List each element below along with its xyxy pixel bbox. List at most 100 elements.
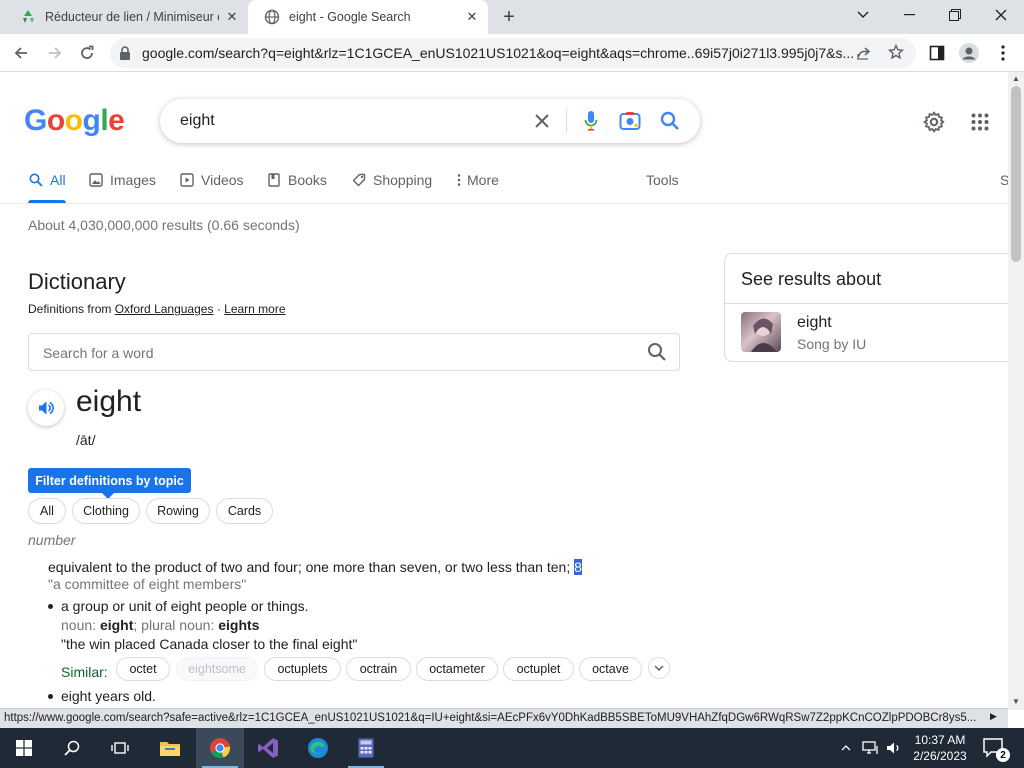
logo-letter: e	[108, 104, 125, 137]
similar-chip[interactable]: octuplets	[264, 657, 341, 681]
task-view-icon[interactable]	[96, 728, 144, 768]
tab-label: More	[467, 172, 499, 188]
microphone-icon[interactable]	[579, 109, 603, 133]
reload-icon[interactable]	[72, 38, 102, 68]
search-input[interactable]	[180, 110, 520, 132]
calculator-icon[interactable]	[342, 728, 390, 768]
tab-all[interactable]: All	[28, 170, 66, 190]
scroll-up-icon[interactable]: ▲	[1012, 74, 1020, 83]
action-center-icon[interactable]: 2	[982, 736, 1010, 762]
lock-icon[interactable]	[118, 45, 132, 66]
logo-letter: o	[46, 104, 65, 137]
price-tag-icon	[351, 172, 367, 188]
tab-google-search[interactable]: eight - Google Search ✕	[248, 0, 488, 34]
share-icon[interactable]	[856, 45, 872, 66]
vertical-scrollbar[interactable]: ▲ ▼	[1008, 72, 1024, 710]
search-icon[interactable]	[647, 342, 667, 367]
windows-taskbar: 10:37 AM 2/26/2023 2	[0, 728, 1024, 768]
search-icon[interactable]	[48, 728, 96, 768]
oxford-languages-link[interactable]: Oxford Languages	[115, 302, 214, 316]
system-clock[interactable]: 10:37 AM 2/26/2023	[900, 732, 980, 764]
clear-search-icon[interactable]	[530, 109, 554, 133]
search-icon[interactable]	[658, 109, 682, 133]
forward-arrow-icon[interactable]	[40, 38, 70, 68]
dictionary-heading: Dictionary	[28, 269, 126, 294]
expand-chevron-icon[interactable]	[648, 657, 670, 679]
scroll-right-icon[interactable]: ▶	[990, 711, 997, 722]
result-entity-name[interactable]: eight	[797, 314, 832, 332]
file-explorer-icon[interactable]	[146, 728, 194, 768]
similar-chip[interactable]: octave	[579, 657, 642, 681]
address-bar[interactable]: google.com/search?q=eight&rlz=1C1GCEA_en…	[110, 38, 916, 68]
result-stats: About 4,030,000,000 results (0.66 second…	[28, 217, 300, 233]
definition-1: equivalent to the product of two and fou…	[48, 559, 582, 575]
minimize-icon[interactable]	[886, 0, 932, 30]
new-tab-icon[interactable]: +	[498, 6, 520, 28]
tab-label: Videos	[201, 172, 244, 188]
close-tab-icon[interactable]: ✕	[224, 9, 240, 25]
chrome-icon[interactable]	[196, 728, 244, 768]
tab-shopping[interactable]: Shopping	[351, 170, 432, 190]
windows-start-icon[interactable]	[0, 728, 48, 768]
similar-chip[interactable]: eightsome	[176, 657, 258, 681]
definition-text: equivalent to the product of two and fou…	[48, 559, 571, 575]
clock-date: 2/26/2023	[913, 749, 967, 763]
similar-chip[interactable]: octrain	[346, 657, 411, 681]
scrollbar-thumb[interactable]	[1011, 86, 1021, 262]
tab-videos[interactable]: Videos	[179, 170, 244, 190]
settings-gear-icon[interactable]	[920, 108, 948, 136]
tab-books[interactable]: Books	[266, 170, 327, 190]
bookmark-star-icon[interactable]	[887, 43, 905, 65]
example-2: "the win placed Canada closer to the fin…	[61, 636, 358, 652]
source-prefix: Definitions from	[28, 302, 112, 316]
plural-word: eights	[218, 617, 260, 633]
search-box	[160, 99, 700, 143]
show-hidden-icons-chevron-icon[interactable]	[836, 728, 856, 768]
tab-more[interactable]: More	[455, 170, 499, 190]
tab-title: Réducteur de lien / Minimiseur d	[45, 10, 219, 24]
source-separator: ·	[216, 302, 221, 316]
kebab-menu-icon[interactable]	[988, 38, 1018, 68]
side-panel-icon[interactable]	[922, 38, 952, 68]
network-icon[interactable]	[860, 728, 882, 768]
url-text[interactable]: google.com/search?q=eight&rlz=1C1GCEA_en…	[142, 45, 858, 61]
topic-chip-all[interactable]: All	[28, 498, 66, 524]
more-vertical-icon	[455, 172, 463, 188]
similar-chip[interactable]: octuplet	[503, 657, 574, 681]
pronunciation-speaker-icon[interactable]	[28, 390, 64, 426]
topic-chip-rowing[interactable]: Rowing	[146, 498, 210, 524]
dictionary-search-input[interactable]	[43, 343, 623, 363]
apps-grid-icon[interactable]	[966, 108, 994, 136]
search-nav-tabs: All Images Videos Books Shopping More To…	[0, 162, 1009, 204]
similar-chip[interactable]: octet	[116, 657, 170, 681]
tab-search-chevron-icon[interactable]	[840, 0, 886, 30]
tab-tools[interactable]: Tools	[646, 170, 679, 190]
logo-letter: g	[82, 104, 101, 137]
edge-icon[interactable]	[294, 728, 342, 768]
tab-images[interactable]: Images	[88, 170, 156, 190]
tab-label: All	[50, 172, 66, 188]
back-arrow-icon[interactable]	[6, 38, 36, 68]
restore-icon[interactable]	[932, 0, 978, 30]
topic-chip-cards[interactable]: Cards	[216, 498, 273, 524]
learn-more-link[interactable]: Learn more	[224, 302, 285, 316]
tab-link-shortener[interactable]: Réducteur de lien / Minimiseur d ✕	[4, 0, 248, 34]
similar-label: Similar:	[61, 664, 108, 680]
google-logo[interactable]: Google	[24, 104, 125, 138]
selected-text[interactable]: 8	[574, 559, 582, 575]
tab-label: Books	[288, 172, 327, 188]
plural-prefix: ; plural noun:	[133, 617, 215, 633]
filter-definitions-button[interactable]: Filter definitions by topic	[28, 468, 191, 499]
similar-chip[interactable]: octameter	[416, 657, 498, 681]
song-thumbnail[interactable]	[741, 312, 781, 352]
visual-studio-icon[interactable]	[244, 728, 292, 768]
tab-label: Tools	[646, 172, 679, 188]
topic-chip-clothing[interactable]: Clothing	[72, 498, 140, 524]
close-window-icon[interactable]	[978, 0, 1024, 30]
search-icon	[28, 172, 44, 188]
bullet	[48, 694, 53, 699]
camera-lens-icon[interactable]	[618, 109, 642, 133]
close-tab-icon[interactable]: ✕	[464, 9, 480, 25]
scroll-down-icon[interactable]: ▼	[1012, 697, 1020, 706]
profile-avatar-icon[interactable]	[954, 38, 984, 68]
